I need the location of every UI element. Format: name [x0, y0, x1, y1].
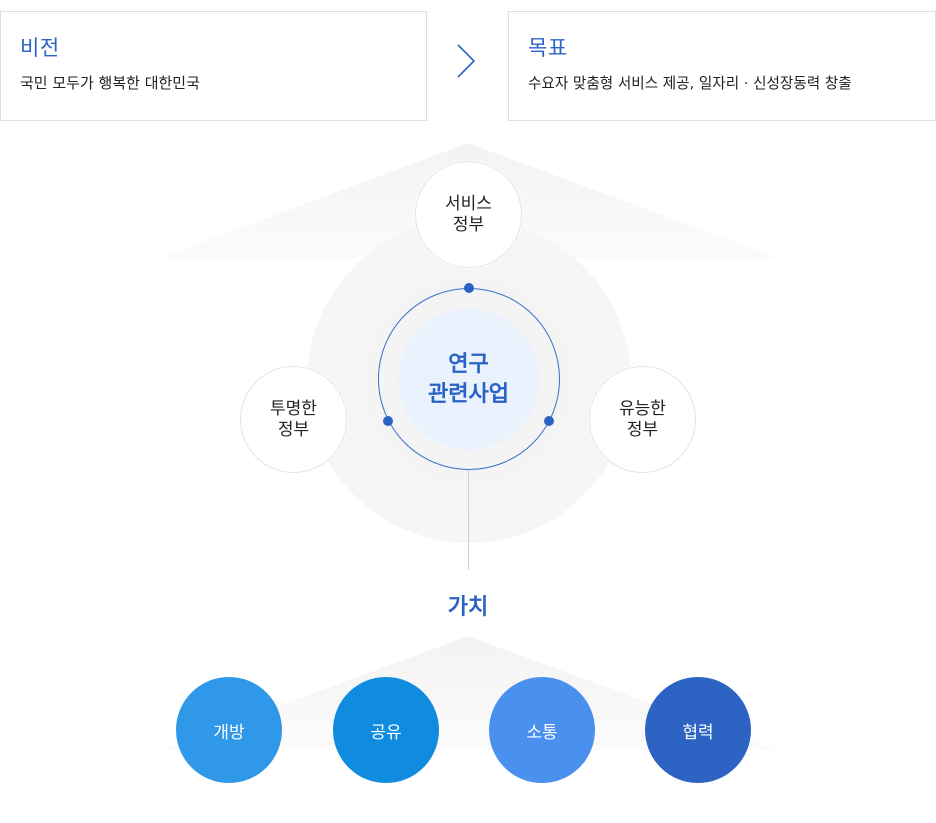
value-label: 공유 [370, 722, 402, 743]
node-transparent-government: 투명한 정부 [240, 366, 347, 473]
node-capable-government: 유능한 정부 [589, 366, 696, 473]
value-circle: 공유 [333, 677, 439, 783]
value-circle: 협력 [645, 677, 751, 783]
chevron-right-icon [457, 44, 476, 78]
values-title: 가치 [447, 595, 489, 620]
value-label: 협력 [682, 722, 714, 743]
value-circle: 개방 [176, 677, 282, 783]
vision-title: 비전 [20, 36, 60, 60]
ring-dot-top [464, 283, 474, 293]
ring-dot-right [544, 416, 554, 426]
node-transparent-label: 투명한 정부 [270, 398, 317, 440]
goal-title: 목표 [528, 36, 568, 60]
center-core: 연구 관련사업 [398, 309, 539, 450]
vision-box: 비전 국민 모두가 행복한 대한민국 [0, 11, 427, 121]
value-circle: 소통 [489, 677, 595, 783]
node-capable-label: 유능한 정부 [619, 398, 666, 440]
connector-line [468, 470, 469, 570]
vision-description: 국민 모두가 행복한 대한민국 [20, 74, 200, 92]
center-label: 연구 관련사업 [428, 351, 509, 407]
goal-description: 수요자 맞춤형 서비스 제공, 일자리 · 신성장동력 창출 [528, 75, 852, 92]
goal-box: 목표 수요자 맞춤형 서비스 제공, 일자리 · 신성장동력 창출 [508, 11, 936, 121]
ring-dot-left [383, 416, 393, 426]
value-label: 소통 [526, 722, 558, 743]
node-service-label: 서비스 정부 [445, 193, 492, 235]
node-service-government: 서비스 정부 [415, 161, 522, 268]
value-label: 개방 [213, 722, 245, 743]
